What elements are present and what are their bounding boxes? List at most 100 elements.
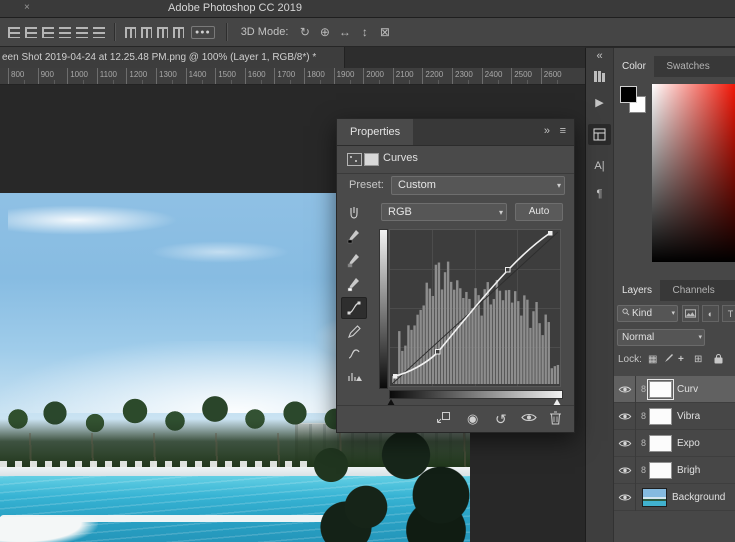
layer-filter-dropdown[interactable]: Kind ▾ <box>617 305 678 322</box>
loungers <box>0 461 310 467</box>
layer-thumbnail[interactable] <box>642 488 667 507</box>
ruler[interactable]: 8009001000110012001300140015001600170018… <box>0 68 585 85</box>
layer-row-brightness[interactable]: 8 Brigh <box>614 457 735 484</box>
app-title: Adobe Photoshop CC 2019 <box>168 2 302 14</box>
chevron-down-icon: ▾ <box>499 204 503 221</box>
tab-properties[interactable]: Properties <box>337 119 413 145</box>
layer-mask-thumbnail[interactable] <box>649 462 672 479</box>
layer-row-vibrance[interactable]: 8 Vibra <box>614 403 735 430</box>
paragraph-panel-icon[interactable]: ¶ <box>586 188 613 200</box>
layer-visibility-icon[interactable] <box>614 484 636 511</box>
lock-all-icon[interactable] <box>714 353 723 369</box>
tab-color[interactable]: Color <box>614 56 654 77</box>
tab-channels[interactable]: Channels <box>664 280 722 301</box>
tab-swatches[interactable]: Swatches <box>658 56 717 77</box>
3d-mode-label: 3D Mode: <box>241 26 289 38</box>
tab-paths[interactable]: Pat <box>727 280 735 301</box>
layer-mask-thumbnail[interactable] <box>649 381 672 398</box>
draw-curve-pencil-tool[interactable] <box>341 321 367 343</box>
actions-panel-icon[interactable]: ▶ <box>586 96 613 109</box>
curve-point-highlights[interactable] <box>548 231 553 236</box>
align-bottom-icon[interactable] <box>93 27 105 38</box>
view-previous-state-icon[interactable]: ◉ <box>467 411 478 427</box>
layer-visibility-icon[interactable] <box>614 457 636 484</box>
3d-slide-icon[interactable]: ↕ <box>357 25 372 39</box>
tab-layers[interactable]: Layers <box>614 280 660 301</box>
ruler-tick: 2600 <box>541 68 572 84</box>
collapse-panels-icon[interactable]: « <box>586 50 613 62</box>
color-panel: Color Swatches <box>613 48 735 280</box>
white-point-eyedropper[interactable] <box>341 273 367 295</box>
layer-row-background[interactable]: Background <box>614 484 735 511</box>
curve-point-mid2[interactable] <box>506 268 511 273</box>
adjustment-title-row: Curves <box>337 145 574 174</box>
black-point-eyedropper[interactable] <box>341 225 367 247</box>
lock-label: Lock: <box>618 353 642 367</box>
smooth-curve-tool[interactable] <box>341 343 367 365</box>
lock-artboard-icon[interactable]: ⊞ <box>694 353 702 367</box>
title-bar: × Adobe Photoshop CC 2019 <box>0 0 735 18</box>
align-right-icon[interactable] <box>42 27 54 38</box>
lock-paint-icon[interactable] <box>664 353 674 368</box>
layer-mask-thumbnail[interactable] <box>649 435 672 452</box>
distribute-top-icon[interactable] <box>125 27 136 38</box>
targeted-adjustment-tool[interactable] <box>341 201 367 223</box>
distribute-middle-icon[interactable] <box>141 27 152 38</box>
gray-point-eyedropper[interactable] <box>341 249 367 271</box>
collapse-panel-icon[interactable]: » <box>544 125 550 137</box>
distribute-left-icon[interactable] <box>173 27 184 38</box>
layer-row-exposure[interactable]: 8 Expo <box>614 430 735 457</box>
lock-transparency-icon[interactable]: ▦ <box>648 353 657 367</box>
preset-dropdown[interactable]: Custom ▾ <box>391 176 565 195</box>
layer-visibility-icon[interactable] <box>614 430 636 457</box>
layer-visibility-icon[interactable] <box>614 403 636 430</box>
3d-orbit-icon[interactable]: ↻ <box>297 25 312 39</box>
ruler-tick: 900 <box>38 68 69 84</box>
curve-grid[interactable] <box>389 229 561 387</box>
layer-row-curves[interactable]: 8 Curv <box>614 376 735 403</box>
clip-to-layer-icon[interactable] <box>435 411 451 429</box>
3d-scale-icon[interactable]: ⊠ <box>377 25 392 39</box>
3d-pan-icon[interactable]: ↔ <box>337 25 352 39</box>
properties-panel-icon[interactable] <box>588 124 611 145</box>
panel-menu-icon[interactable]: ≡ <box>560 125 566 137</box>
curve-point-mid1[interactable] <box>436 350 441 355</box>
ruler-tick: 1100 <box>97 68 128 84</box>
filter-adjustment-layers-icon[interactable]: ◐ <box>702 305 719 322</box>
libraries-panel-icon[interactable] <box>586 70 613 86</box>
delete-adjustment-icon[interactable] <box>549 411 562 429</box>
channel-dropdown[interactable]: RGB ▾ <box>381 203 507 221</box>
document-tab[interactable]: een Shot 2019-04-24 at 12.25.48 PM.png @… <box>0 47 345 68</box>
edit-points-curve-tool[interactable] <box>341 297 367 319</box>
more-options-button[interactable]: ●●● <box>191 26 215 39</box>
lock-position-icon[interactable]: + <box>678 353 684 367</box>
align-left-icon[interactable] <box>8 27 20 38</box>
3d-roll-icon[interactable]: ⊕ <box>317 25 332 39</box>
blend-mode-value: Normal <box>622 332 654 343</box>
auto-button[interactable]: Auto <box>515 203 563 221</box>
adjustment-title: Curves <box>383 152 418 164</box>
align-middle-icon[interactable] <box>76 27 88 38</box>
ruler-tick: 2000 <box>363 68 394 84</box>
layer-name: Vibra <box>677 411 700 422</box>
filter-type-layers-icon[interactable]: T <box>722 305 735 322</box>
reset-adjustment-icon[interactable]: ↺ <box>495 411 507 427</box>
filter-pixel-layers-icon[interactable] <box>682 305 699 322</box>
curve-point-shadows[interactable] <box>393 374 398 379</box>
ruler-tick: 1700 <box>274 68 305 84</box>
character-panel-icon[interactable]: A| <box>586 160 613 172</box>
saturation-brightness-picker[interactable] <box>652 84 735 262</box>
distribute-bottom-icon[interactable] <box>157 27 168 38</box>
mask-badge-icon <box>364 153 379 166</box>
layer-mask-thumbnail[interactable] <box>649 408 672 425</box>
foreground-color-swatch[interactable] <box>620 86 637 103</box>
align-top-icon[interactable] <box>59 27 71 38</box>
layer-visibility-icon[interactable] <box>521 411 537 427</box>
window-close-icon[interactable]: × <box>24 2 30 13</box>
panel-dock: « ▶ A| ¶ Color Swatches Layers Channels … <box>585 48 735 542</box>
ruler-tick: 1600 <box>245 68 276 84</box>
align-center-h-icon[interactable] <box>25 27 37 38</box>
clipping-warning-icon[interactable] <box>341 365 367 387</box>
blend-mode-dropdown[interactable]: Normal ▾ <box>617 329 705 346</box>
layer-visibility-icon[interactable] <box>614 376 636 403</box>
